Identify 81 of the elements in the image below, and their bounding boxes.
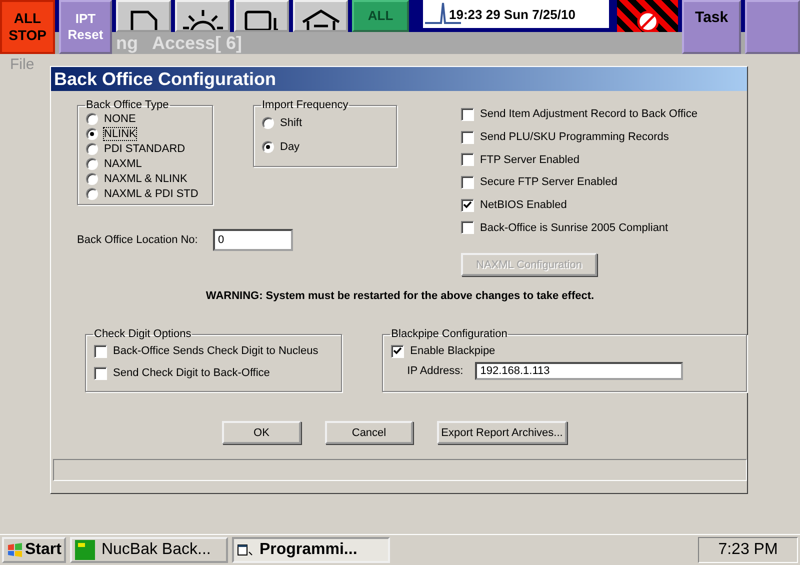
- radio-option[interactable]: NONE: [86, 111, 212, 126]
- radio-label: NONE: [104, 112, 136, 124]
- checkbox[interactable]: [461, 198, 474, 212]
- checkbox[interactable]: [461, 153, 474, 166]
- checkbox-label: Enable Blackpipe: [410, 345, 496, 358]
- radio-label: Shift: [280, 117, 302, 129]
- sun-icon: [180, 8, 225, 30]
- radio-button[interactable]: [262, 117, 274, 129]
- toolbar-button[interactable]: [234, 0, 290, 32]
- taskbar-clock: 7:23 PM: [698, 537, 798, 563]
- radio-button[interactable]: [86, 188, 98, 200]
- radio-label: PDI STANDARD: [104, 142, 186, 154]
- location-field[interactable]: 0: [213, 229, 293, 251]
- checkbox-option[interactable]: NetBIOS Enabled: [461, 194, 698, 216]
- checkbox[interactable]: [461, 130, 474, 144]
- checkbox-label: Send Check Digit to Back-Office: [113, 367, 270, 380]
- group-label: Back Office Type: [85, 99, 170, 111]
- field-label: IP Address:: [407, 365, 464, 378]
- all-stop-button[interactable]: ALL STOP: [0, 0, 55, 54]
- checkbox-option[interactable]: Secure FTP Server Enabled: [461, 171, 698, 194]
- house-icon: [300, 8, 342, 30]
- checkbox-option[interactable]: FTP Server Enabled: [461, 148, 698, 172]
- radio-option[interactable]: PDI STANDARD: [86, 141, 212, 156]
- toolbar-button[interactable]: [175, 0, 230, 32]
- checkbox-label: Secure FTP Server Enabled: [480, 176, 618, 188]
- radio-button[interactable]: [86, 128, 98, 140]
- checkbox-option[interactable]: Back-Office is Sunrise 2005 Compliant: [461, 216, 698, 240]
- checkbox[interactable]: [94, 344, 107, 358]
- warning-text: WARNING: System must be restarted for the above changes to take effect.: [204, 290, 596, 302]
- ip-address-field[interactable]: 192.168.1.113: [475, 362, 684, 380]
- checkbox-option[interactable]: Send PLU/SKU Programming Records: [461, 126, 698, 148]
- dialog-button[interactable]: Cancel: [325, 421, 413, 444]
- checkbox-option[interactable]: Enable Blackpipe: [391, 340, 746, 362]
- window-icon: [237, 543, 254, 557]
- taskbar-button[interactable]: Programmi...: [232, 537, 390, 563]
- clock-text: 19:23 29 Sun 7/25/10: [448, 6, 576, 22]
- checkbox-label: Back-Office is Sunrise 2005 Compliant: [480, 222, 668, 234]
- radio-option[interactable]: NLINK: [86, 126, 212, 141]
- radio-label: NAXML & NLINK: [104, 172, 188, 184]
- checkbox[interactable]: [391, 344, 404, 358]
- checkbox[interactable]: [461, 221, 474, 234]
- group-label: Check Digit Options: [93, 328, 192, 340]
- app-icon: [75, 540, 96, 560]
- checkbox[interactable]: [461, 176, 474, 189]
- checkbox-label: Back-Office Sends Check Digit to Nucleus: [113, 345, 318, 358]
- start-button[interactable]: Start: [2, 537, 66, 563]
- toolbar-button[interactable]: [116, 0, 172, 32]
- radio-option[interactable]: NAXML & NLINK: [86, 171, 212, 186]
- radio-label: NAXML: [104, 158, 142, 170]
- group-label: Blackpipe Configuration: [390, 328, 508, 340]
- dialog-title: Back Office Configuration: [51, 67, 747, 91]
- group-label: Import Frequency: [261, 99, 350, 111]
- radio-button[interactable]: [86, 172, 98, 184]
- dialog-button[interactable]: OK: [222, 421, 301, 444]
- windows-flag-icon: [7, 543, 23, 557]
- radio-option[interactable]: Day: [262, 135, 396, 159]
- radio-button[interactable]: [262, 141, 274, 153]
- radio-button[interactable]: [86, 112, 98, 124]
- toolbar-button[interactable]: [617, 0, 678, 32]
- checkbox[interactable]: [94, 366, 107, 380]
- radio-option[interactable]: NAXML & PDI STD: [86, 186, 212, 201]
- toolbar-button[interactable]: [293, 0, 348, 32]
- checkbox-label: Send Item Adjustment Record to Back Office: [480, 108, 698, 120]
- checkbox-label: NetBIOS Enabled: [480, 199, 567, 212]
- radio-label: NLINK: [104, 128, 136, 140]
- task-button[interactable]: Task: [682, 0, 742, 54]
- radio-button[interactable]: [86, 142, 98, 154]
- checkbox[interactable]: [461, 108, 474, 121]
- checkbox-label: Send PLU/SKU Programming Records: [480, 131, 669, 144]
- checkbox-option[interactable]: Back-Office Sends Check Digit to Nucleus: [94, 340, 342, 362]
- checkbox-label: FTP Server Enabled: [480, 154, 580, 166]
- checkbox-option[interactable]: Send Check Digit to Back-Office: [94, 362, 342, 384]
- field-label: Back Office Location No:: [77, 234, 199, 246]
- radio-label: Day: [280, 141, 300, 153]
- radio-button[interactable]: [86, 158, 98, 170]
- dialog-button[interactable]: Export Report Archives...: [437, 421, 567, 444]
- radio-option[interactable]: NAXML: [86, 156, 212, 171]
- radio-label: NAXML & PDI STD: [104, 188, 198, 200]
- checkbox-option[interactable]: Send Item Adjustment Record to Back Office: [461, 103, 698, 126]
- radio-option[interactable]: Shift: [262, 111, 396, 135]
- taskbar-button[interactable]: NucBak Back...: [70, 537, 228, 563]
